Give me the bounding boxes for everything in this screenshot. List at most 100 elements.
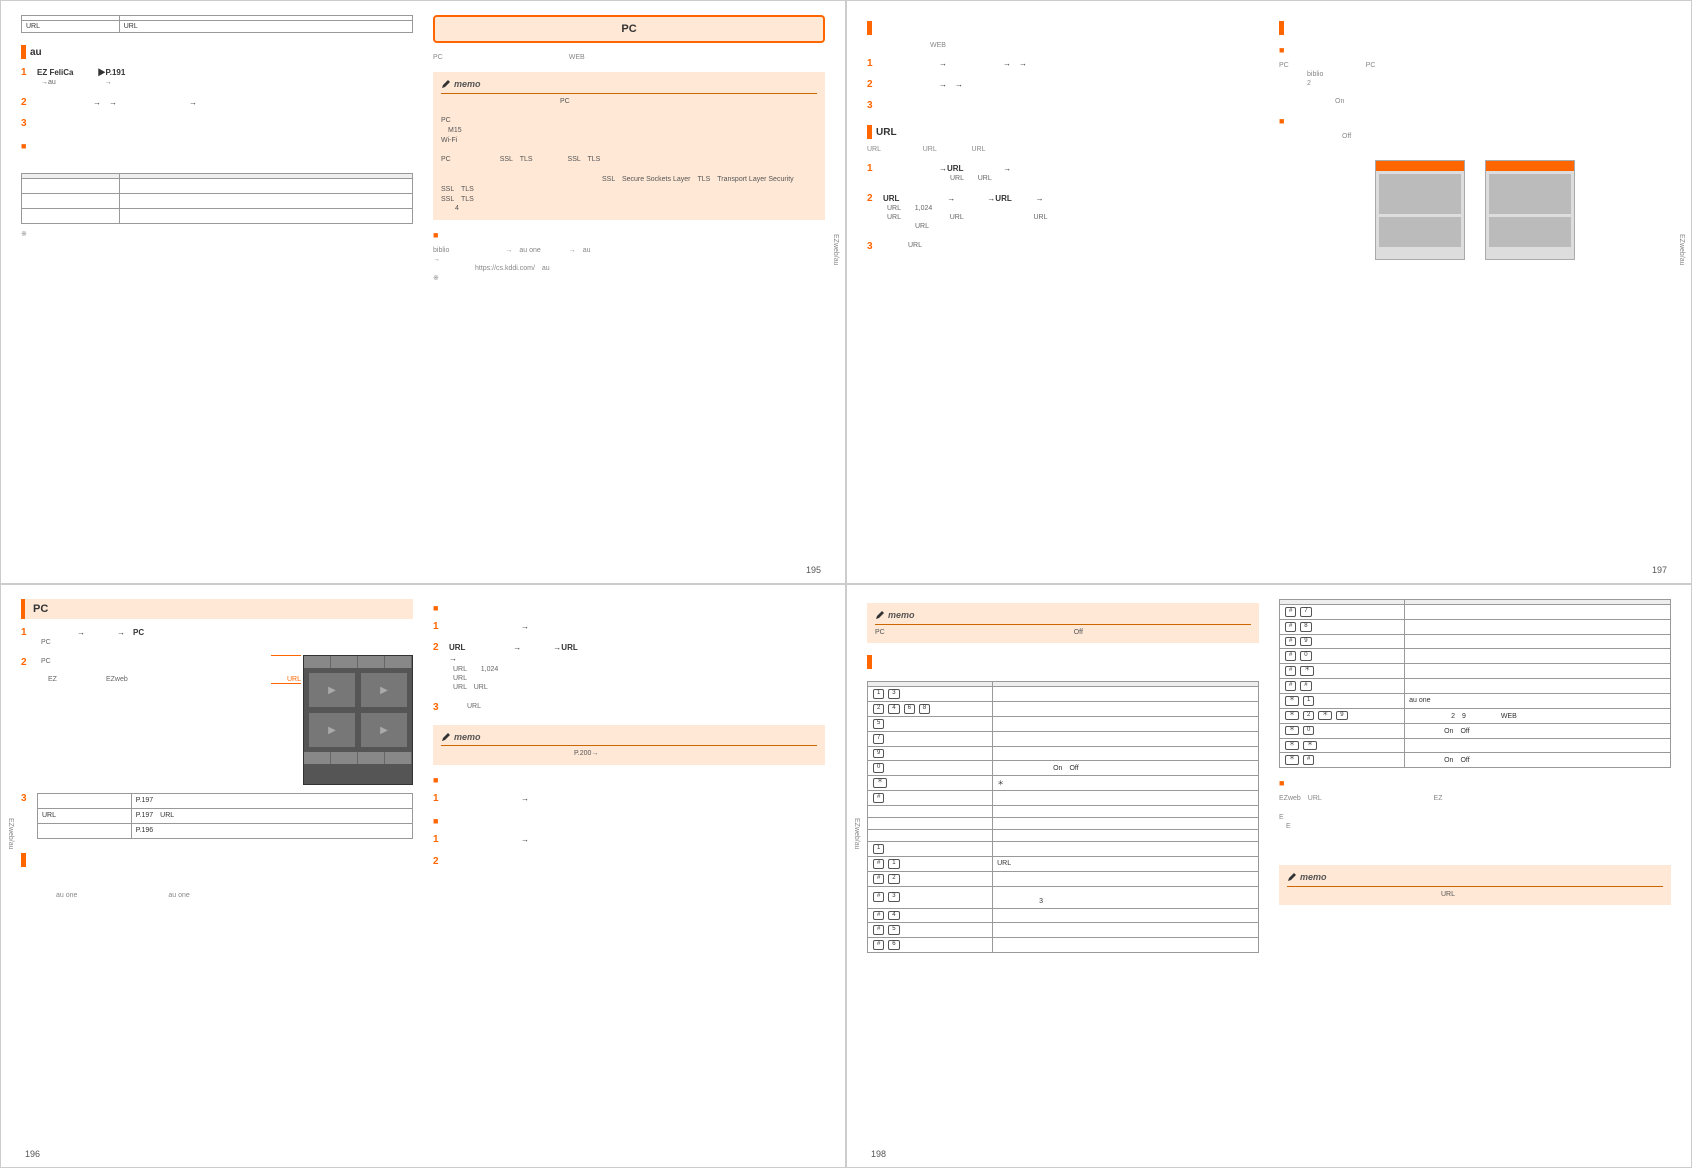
- desc-cell: [993, 687, 1259, 702]
- memo-box: memo PC PC M15 Wi-Fi PC SSL TLS SSL TLS …: [433, 72, 825, 220]
- key-cell: [868, 830, 993, 842]
- desc-cell: [993, 842, 1259, 857]
- pencil-icon: [441, 79, 451, 89]
- body-2: Off: [1279, 132, 1671, 141]
- key-table-2: # 7 # 8 # 9 # 0 # ＊ # # ＊ 1au one＊ 2 ＊ 9…: [1279, 599, 1671, 768]
- desc-cell: 3: [993, 886, 1259, 908]
- memo-box: memo PC Off: [867, 603, 1259, 643]
- page-number: 198: [871, 1149, 886, 1159]
- key-cell: # #: [1280, 678, 1405, 693]
- memo-box: memo P.200→: [433, 725, 825, 765]
- page-198: memo PC Off 1 3 2 4 6 8 5 7 9 0 On Off＊＊…: [846, 584, 1692, 1168]
- key-cell: ＊ ＊: [1280, 738, 1405, 753]
- url-step-3: URL: [883, 241, 1259, 252]
- page-number: 197: [1652, 565, 1667, 575]
- key-cell: ＊ 1: [1280, 693, 1405, 708]
- memo-body: PC PC M15 Wi-Fi PC SSL TLS SSL TLS SSL S…: [441, 97, 817, 215]
- sub-head: [21, 141, 413, 151]
- key-cell: 1 3: [868, 687, 993, 702]
- desc-cell: [993, 716, 1259, 731]
- body: au one au one: [21, 873, 413, 900]
- desc-cell: On Off: [993, 761, 1259, 776]
- body: EZweb URL EZ E E: [1279, 794, 1671, 830]
- memo-body: URL: [1287, 890, 1663, 900]
- url-intro: URL URL URL: [867, 145, 1259, 154]
- side-tab: EZweb/au: [1678, 234, 1685, 266]
- sub-head-2: [1279, 116, 1671, 126]
- pc-heading: PC: [21, 599, 413, 619]
- url-step-2: URL → →URL →: [883, 194, 1044, 203]
- key-cell: # 9: [1280, 634, 1405, 649]
- desc-cell: On Off: [1405, 753, 1671, 768]
- side-tab: EZweb/au: [853, 818, 860, 850]
- body: PC PC biblio 2 On: [1279, 61, 1671, 106]
- key-cell: # 2: [868, 871, 993, 886]
- step-w2: [449, 856, 825, 867]
- page-number: 195: [806, 565, 821, 575]
- key-cell: 7: [868, 731, 993, 746]
- step-r3: URL: [449, 702, 825, 713]
- sub-head-1: [433, 603, 825, 613]
- desc-cell: [993, 908, 1259, 923]
- desc-cell: On Off: [1405, 723, 1671, 738]
- key-cell: # 7: [1280, 605, 1405, 620]
- step-3: [883, 100, 1259, 111]
- key-cell: ＊ 2 ＊ 9: [1280, 708, 1405, 723]
- desc-cell: [993, 818, 1259, 830]
- section-head: [867, 21, 1259, 35]
- desc-cell: [993, 791, 1259, 806]
- desc-cell: [1405, 649, 1671, 664]
- step-r2: URL → →URL→URL 1,024 URL URL URL: [449, 642, 825, 692]
- key-cell: 2 4 6 8: [868, 702, 993, 717]
- desc-cell: [993, 923, 1259, 938]
- key-cell: #: [868, 791, 993, 806]
- desc-cell: [1405, 619, 1671, 634]
- screenshot-thumbs: [1279, 160, 1671, 262]
- step-q1: →: [449, 793, 825, 804]
- key-table-1: 1 3 2 4 6 8 5 7 9 0 On Off＊＊# 1 # 1URL# …: [867, 681, 1259, 953]
- desc-cell: [993, 830, 1259, 842]
- sub-head: [1279, 45, 1671, 55]
- page-195: URLURL au 1EZ FeliCa ▶P.191→au → 2 → → →…: [0, 0, 846, 584]
- desc-cell: [1405, 634, 1671, 649]
- step-1: EZ FeliCa ▶P.191: [37, 68, 125, 77]
- key-cell: # 0: [1280, 649, 1405, 664]
- memo-body: PC Off: [875, 628, 1251, 638]
- intro-text: PC WEB: [433, 53, 825, 62]
- desc-cell: 2 9 WEB: [1405, 708, 1671, 723]
- sub-head-2: [433, 775, 825, 785]
- step-1: → → PC: [37, 628, 144, 637]
- side-tab: EZweb/au: [832, 234, 839, 266]
- top-table: URLURL: [21, 15, 413, 33]
- key-cell: # 1: [868, 856, 993, 871]
- side-tab: EZweb/au: [7, 818, 14, 850]
- sub-head-3: [433, 816, 825, 826]
- step-3: [37, 118, 413, 129]
- step-2: PC EZ EZweb: [37, 657, 263, 684]
- cell: URL: [22, 21, 120, 33]
- url-step-1: →URL →: [883, 164, 1011, 173]
- step-3: P.197 URLP.197 URL P.196: [37, 793, 413, 838]
- cell: URL: [119, 21, 412, 33]
- intro: WEB: [867, 41, 1259, 50]
- key-cell: # 8: [1280, 619, 1405, 634]
- desc-cell: [993, 871, 1259, 886]
- sub-head-2: [433, 230, 825, 240]
- browser-screenshot: ▶▶▶▶: [303, 655, 413, 785]
- footnote: ※: [21, 230, 413, 239]
- page-196: PC 1 → → PCPC 2PC EZ EZweb URL ▶▶▶▶: [0, 584, 846, 1168]
- desc-cell: URL: [993, 856, 1259, 871]
- desc-cell: [1405, 678, 1671, 693]
- key-cell: ＊ #: [1280, 753, 1405, 768]
- desc-cell: ＊: [993, 776, 1259, 791]
- desc-cell: [1405, 605, 1671, 620]
- callout-url: URL: [271, 676, 301, 683]
- key-cell: [868, 806, 993, 818]
- key-cell: # 6: [868, 938, 993, 953]
- key-cell: [868, 818, 993, 830]
- desc-cell: [993, 731, 1259, 746]
- page-197: WEB 1 → → → 2 → → 3 URL URL URL URL 1 →U…: [846, 0, 1692, 584]
- key-cell: # 4: [868, 908, 993, 923]
- section-head: [21, 853, 413, 867]
- desc-cell: [993, 938, 1259, 953]
